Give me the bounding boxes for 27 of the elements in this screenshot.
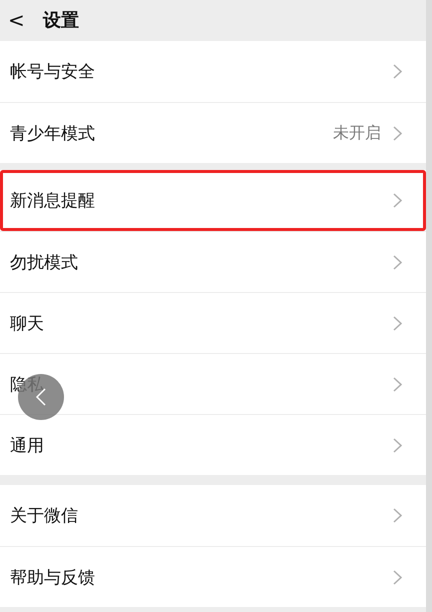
chevron-icon <box>393 570 402 584</box>
row-label: 关于微信 <box>10 505 79 527</box>
settings-row[interactable]: 勿扰模式 <box>0 231 426 292</box>
row-label: 帮助与反馈 <box>10 566 96 588</box>
row-label: 帐号与安全 <box>10 61 96 83</box>
chevron-icon <box>393 438 402 452</box>
chevron-icon <box>393 193 402 208</box>
chevron-icon <box>393 126 402 140</box>
row-label: 新消息提醒 <box>10 190 96 212</box>
back-button[interactable]: < <box>8 10 25 30</box>
settings-row[interactable]: 帮助与反馈 <box>0 546 426 607</box>
chevron-icon <box>393 508 402 523</box>
chevron-icon <box>393 64 402 79</box>
chevron-icon <box>393 316 402 330</box>
chevron-icon <box>393 376 402 392</box>
settings-row[interactable]: 新消息提醒 <box>0 170 426 231</box>
row-label: 通用 <box>10 434 45 456</box>
settings-row[interactable]: 青少年模式 未开启 <box>0 102 426 163</box>
chevron-icon <box>393 254 402 270</box>
settings-row[interactable]: 帐号与安全 <box>0 41 426 102</box>
row-label: 青少年模式 <box>10 122 96 144</box>
settings-row[interactable]: 聊天 <box>0 292 426 353</box>
row-value: 未开启 <box>333 122 381 144</box>
row-label: 聊天 <box>10 312 45 334</box>
settings-row[interactable]: 关于微信 <box>0 485 426 546</box>
row-label: 勿扰模式 <box>10 252 79 274</box>
page-title: 设置 <box>42 9 79 32</box>
